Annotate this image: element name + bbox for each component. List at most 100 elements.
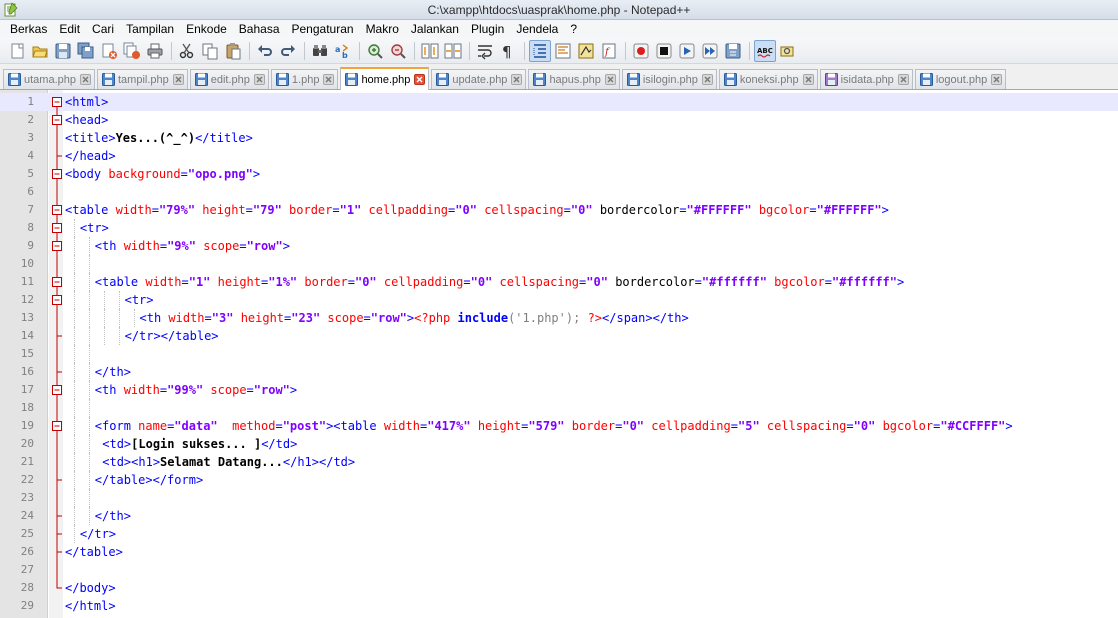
fold-toggle-icon[interactable] (52, 273, 62, 291)
code-line[interactable]: 6 (0, 183, 1118, 201)
tab-update[interactable]: update.php (431, 69, 527, 89)
code-line[interactable]: 8 <tr> (0, 219, 1118, 237)
paste-button[interactable] (222, 40, 244, 62)
tab-tampil[interactable]: tampil.php (96, 69, 188, 89)
show-all-chars-button[interactable]: ¶ (497, 40, 519, 62)
close-icon[interactable] (991, 74, 1003, 85)
menu-jendela[interactable]: Jendela (510, 20, 564, 38)
code-line[interactable]: 10 (0, 255, 1118, 273)
close-all-button[interactable] (121, 40, 143, 62)
code-line[interactable]: 18 (0, 399, 1118, 417)
code-line[interactable]: 21 <td><h1>Selamat Datang...</h1></td> (0, 453, 1118, 471)
menu-cari[interactable]: Cari (86, 20, 120, 38)
code-line[interactable]: 23 (0, 489, 1118, 507)
record-macro-button[interactable] (630, 40, 652, 62)
tab-1[interactable]: 1.php (270, 69, 339, 89)
code-line[interactable]: 9 <th width="9%" scope="row"> (0, 237, 1118, 255)
spell-check-button[interactable]: ABC (754, 39, 776, 62)
menu-makro[interactable]: Makro (360, 20, 405, 38)
word-wrap-button[interactable] (474, 40, 496, 62)
code-line[interactable]: 28 </body> (0, 579, 1118, 597)
save-button[interactable] (52, 40, 74, 62)
close-file-button[interactable] (98, 40, 120, 62)
function-list-button[interactable]: f (598, 40, 620, 62)
tab-koneksi[interactable]: koneksi.php (718, 69, 818, 89)
fold-toggle-icon[interactable] (52, 381, 62, 399)
fold-toggle-icon[interactable] (52, 291, 62, 309)
play-macro-button[interactable] (676, 40, 698, 62)
close-icon[interactable] (253, 74, 265, 85)
code-line[interactable]: 27 (0, 561, 1118, 579)
close-icon[interactable] (511, 74, 523, 85)
fold-toggle-icon[interactable] (52, 201, 62, 219)
redo-button[interactable] (277, 40, 299, 62)
code-line[interactable]: 1 <html> (0, 93, 1118, 111)
menu-pengaturan[interactable]: Pengaturan (286, 20, 360, 38)
code-line[interactable]: 13 <th width="3" height="23" scope="row">… (0, 309, 1118, 327)
close-icon[interactable] (802, 74, 814, 85)
fold-toggle-icon[interactable] (52, 165, 62, 183)
find-button[interactable] (309, 40, 331, 62)
menu-edit[interactable]: Edit (53, 20, 86, 38)
code-line[interactable]: 16 </th> (0, 363, 1118, 381)
stop-macro-button[interactable] (653, 40, 675, 62)
code-line[interactable]: 5 <body background="opo.png"> (0, 165, 1118, 183)
tab-utama[interactable]: utama.php (3, 69, 95, 89)
run-macro-multiple-button[interactable] (699, 40, 721, 62)
spell-settings-button[interactable] (777, 40, 799, 62)
close-icon[interactable] (172, 74, 184, 85)
close-icon[interactable] (604, 74, 616, 85)
menu-tampilan[interactable]: Tampilan (120, 20, 180, 38)
sync-vertical-button[interactable] (419, 40, 441, 62)
replace-button[interactable]: ab (332, 40, 354, 62)
code-editor[interactable]: 1 <html> 2 <head> 3 <title>Yes...(^_^)</title… (0, 90, 1118, 618)
menu-plugin[interactable]: Plugin (465, 20, 510, 38)
tab-hapus[interactable]: hapus.php (528, 69, 620, 89)
tab-edit[interactable]: edit.php (189, 69, 269, 89)
fold-toggle-icon[interactable] (52, 417, 62, 435)
close-icon[interactable] (414, 74, 426, 85)
code-line[interactable]: 26 </table> (0, 543, 1118, 561)
menu-help[interactable]: ? (564, 20, 583, 38)
code-line[interactable]: 2 <head> (0, 111, 1118, 129)
print-button[interactable] (144, 40, 166, 62)
doc-map-button[interactable] (575, 40, 597, 62)
close-icon[interactable] (323, 74, 335, 85)
close-icon[interactable] (79, 74, 91, 85)
save-macro-button[interactable] (722, 40, 744, 62)
code-line[interactable]: 12 <tr> (0, 291, 1118, 309)
menu-bahasa[interactable]: Bahasa (233, 20, 286, 38)
tab-isilogin[interactable]: isilogin.php (621, 69, 717, 89)
undo-button[interactable] (254, 40, 276, 62)
code-line[interactable]: 20 <td>[Login sukses... ]</td> (0, 435, 1118, 453)
code-line[interactable]: 19 <form name="data" method="post"><table… (0, 417, 1118, 435)
save-all-button[interactable] (75, 40, 97, 62)
menu-jalankan[interactable]: Jalankan (405, 20, 465, 38)
code-line[interactable]: 14 </tr></table> (0, 327, 1118, 345)
fold-toggle-icon[interactable] (52, 111, 62, 129)
zoom-out-button[interactable] (387, 40, 409, 62)
code-line[interactable]: 3 <title>Yes...(^_^)</title> (0, 129, 1118, 147)
code-line[interactable]: 29 </html> (0, 597, 1118, 615)
close-icon[interactable] (897, 74, 909, 85)
code-line[interactable]: 15 (0, 345, 1118, 363)
code-line[interactable]: 22 </table></form> (0, 471, 1118, 489)
menu-enkode[interactable]: Enkode (180, 20, 233, 38)
code-line[interactable]: 7 <table width="79%" height="79" border="… (0, 201, 1118, 219)
tab-home[interactable]: home.php (340, 67, 430, 90)
code-line[interactable]: 11 <table width="1" height="1%" border="0… (0, 273, 1118, 291)
menu-berkas[interactable]: Berkas (4, 20, 53, 38)
cut-button[interactable] (176, 40, 198, 62)
tab-isidata[interactable]: isidata.php (819, 69, 913, 89)
zoom-in-button[interactable] (364, 40, 386, 62)
new-file-button[interactable] (6, 40, 28, 62)
code-line[interactable]: 25 </tr> (0, 525, 1118, 543)
code-line[interactable]: 4 </head> (0, 147, 1118, 165)
code-line[interactable]: 24 </th> (0, 507, 1118, 525)
tab-logout[interactable]: logout.php (914, 69, 1007, 89)
fold-toggle-icon[interactable] (52, 237, 62, 255)
indent-guide-button[interactable] (529, 39, 551, 62)
fold-toggle-icon[interactable] (52, 93, 62, 111)
fold-toggle-icon[interactable] (52, 219, 62, 237)
open-file-button[interactable] (29, 40, 51, 62)
